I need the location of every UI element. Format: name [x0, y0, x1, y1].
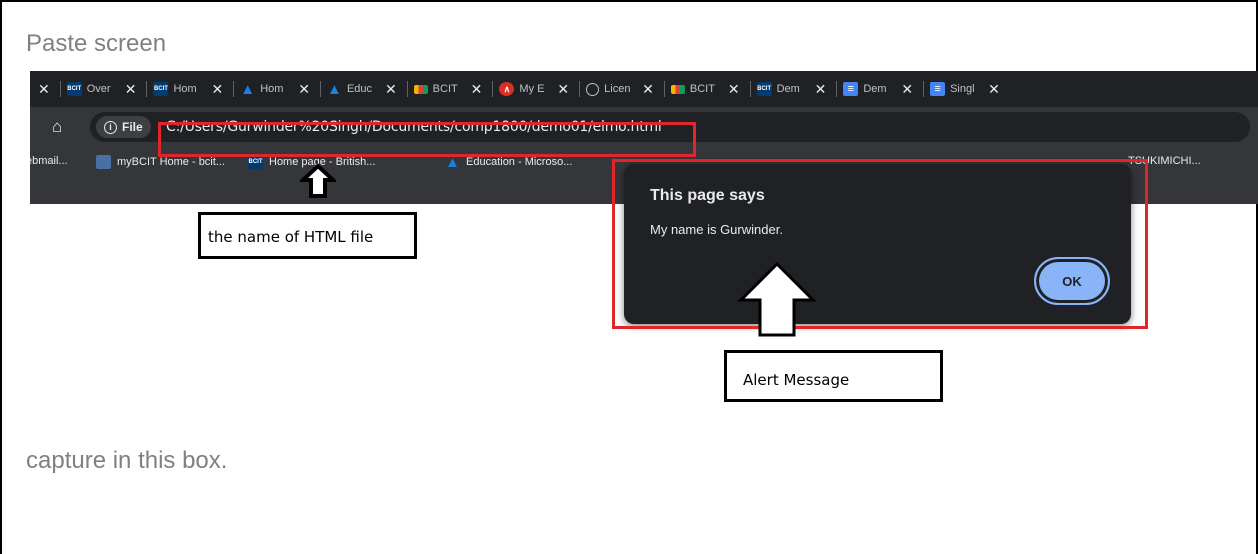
bookmark-label: myBCIT Home - bcit... — [117, 156, 225, 168]
close-icon[interactable]: ✕ — [557, 81, 569, 98]
close-icon[interactable]: ✕ — [728, 81, 740, 98]
paste-screen-text: Paste screen — [26, 30, 167, 57]
tab-title: Licen — [604, 83, 631, 95]
browser-tab[interactable]: ∧ My E ✕ — [493, 71, 579, 107]
bookmark-label: ebmail... — [30, 155, 68, 167]
close-icon[interactable]: ✕ — [988, 81, 1000, 98]
close-icon[interactable]: ✕ — [385, 81, 397, 98]
tab-title: Hom — [173, 83, 197, 95]
browser-tab[interactable]: ▲ Educ ✕ — [321, 71, 407, 107]
browser-tab[interactable]: BCIT ✕ — [408, 71, 493, 107]
browser-tab[interactable]: BCIT ✕ — [665, 71, 750, 107]
close-icon[interactable]: ✕ — [125, 81, 137, 98]
alert-message-annotation: Alert Message — [724, 350, 943, 402]
tab-title: BCIT — [432, 83, 458, 95]
file-chip-label: File — [122, 120, 143, 134]
browser-tab[interactable]: ▲ Hom ✕ — [234, 71, 320, 107]
bookmark-item[interactable]: ▲ Education - Microso... — [445, 153, 573, 171]
browser-tab[interactable]: BCIT Over ✕ — [61, 71, 147, 107]
alert-highlight-box — [612, 159, 1148, 329]
multicolor-icon — [413, 84, 428, 94]
home-icon[interactable]: ⌂ — [52, 117, 62, 137]
tab-title: My E — [519, 83, 545, 95]
close-icon[interactable]: ✕ — [298, 81, 310, 98]
bcit-icon: BCIT — [756, 82, 772, 96]
tab-title: BCIT — [689, 83, 715, 95]
up-arrow-icon — [738, 262, 816, 337]
bcit-icon: BCIT — [153, 82, 169, 96]
azure-icon: ▲ — [240, 80, 256, 98]
azure-icon: ▲ — [327, 80, 342, 98]
tab-strip: ✕ BCIT Over ✕ BCIT Hom ✕ ▲ Hom ✕ ▲ Educ … — [30, 71, 1258, 107]
bookmark-item[interactable]: ebmail... — [30, 155, 68, 167]
tab-title: Over — [86, 83, 111, 95]
multicolor-icon — [670, 84, 685, 94]
capture-box-text: capture in this box. — [26, 447, 228, 474]
tab-title: Dem — [776, 83, 800, 95]
browser-tab[interactable]: BCIT Dem ✕ — [751, 71, 837, 107]
docs-icon: ≡ — [930, 82, 946, 96]
info-icon: i — [104, 120, 117, 134]
red-circle-icon: ∧ — [499, 82, 515, 96]
close-icon[interactable]: ✕ — [38, 81, 50, 98]
close-icon[interactable]: ✕ — [642, 81, 654, 98]
azure-icon: ▲ — [445, 153, 460, 171]
url-highlight-box — [158, 122, 696, 157]
mybcit-icon — [96, 155, 111, 169]
close-icon[interactable]: ✕ — [211, 81, 223, 98]
html-file-annotation: the name of HTML file — [198, 212, 417, 259]
bcit-icon: BCIT — [248, 155, 263, 169]
globe-icon — [586, 82, 600, 96]
up-arrow-icon — [300, 163, 336, 198]
close-icon[interactable]: ✕ — [471, 81, 483, 98]
bookmark-label: Education - Microso... — [466, 156, 573, 168]
tab-title: Dem — [863, 83, 887, 95]
browser-tab[interactable]: ≡ Dem ✕ — [837, 71, 923, 107]
bookmark-item[interactable]: myBCIT Home - bcit... — [96, 155, 225, 169]
tab-title: Hom — [260, 83, 284, 95]
browser-tab[interactable]: BCIT Hom ✕ — [147, 71, 233, 107]
tab-title: Educ — [346, 83, 373, 95]
docs-icon: ≡ — [843, 82, 859, 96]
close-icon[interactable]: ✕ — [901, 81, 913, 98]
browser-tab[interactable]: ≡ Singl ✕ — [924, 71, 1010, 107]
bcit-icon: BCIT — [66, 82, 82, 96]
close-icon[interactable]: ✕ — [815, 81, 827, 98]
tab-title: Singl — [950, 83, 975, 95]
browser-tab[interactable]: Licen ✕ — [580, 71, 664, 107]
site-info-button[interactable]: i File — [96, 116, 151, 138]
